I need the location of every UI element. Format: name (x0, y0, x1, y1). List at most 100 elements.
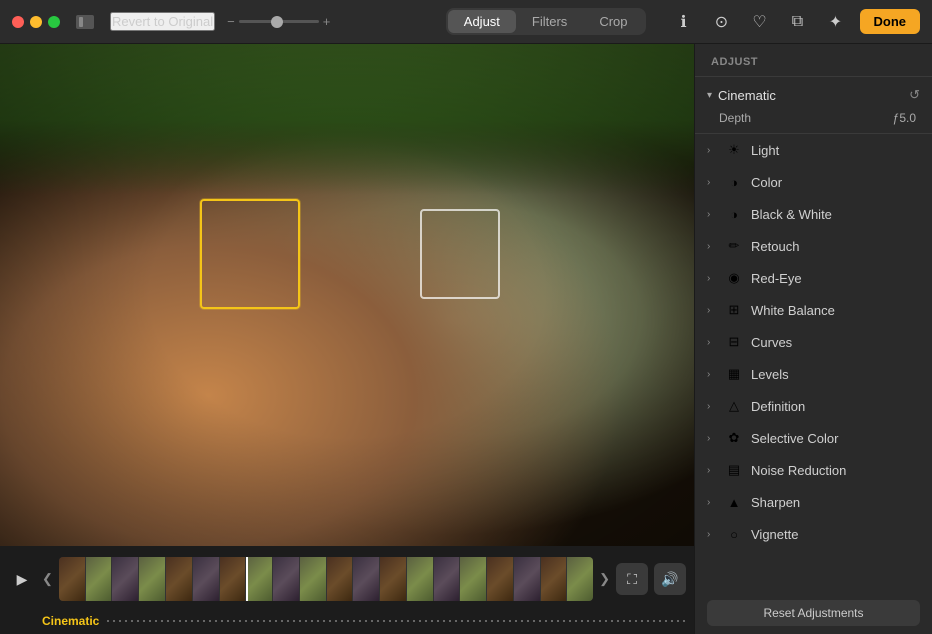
sparkle-icon: ✦ (829, 12, 842, 32)
white-balance-icon: ⊞ (725, 301, 743, 319)
favorites-button[interactable]: ♡ (746, 8, 774, 36)
filmstrip[interactable] (59, 557, 593, 601)
white-balance-label: White Balance (751, 303, 835, 318)
titlebar-right: ℹ ⊙ ♡ ⧉ ✦ Done (670, 8, 921, 36)
red-eye-chevron-icon: › (707, 273, 717, 284)
cinematic-header[interactable]: ▾ Cinematic ↺ (707, 87, 920, 103)
vignette-chevron-icon: › (707, 529, 717, 540)
faces-button[interactable]: ⊙ (708, 8, 736, 36)
noise-reduction-label: Noise Reduction (751, 463, 846, 478)
film-frame (273, 557, 299, 601)
copy-icon: ⧉ (792, 13, 803, 31)
sidebar-toggle[interactable] (76, 15, 94, 29)
red-eye-icon: ◉ (725, 269, 743, 287)
done-button[interactable]: Done (860, 9, 921, 34)
cinematic-title: Cinematic (718, 88, 776, 103)
exposure-slider[interactable]: − + (227, 14, 330, 29)
revert-button[interactable]: Revert to Original (110, 12, 215, 31)
sharpen-chevron-icon: › (707, 497, 717, 508)
film-frame (380, 557, 406, 601)
bottom-labels-row: Cinematic (0, 612, 694, 634)
maximize-button[interactable] (48, 16, 60, 28)
sidebar-item-noise-reduction[interactable]: › ▤ Noise Reduction (695, 454, 932, 486)
video-area: ▶ ❮ (0, 44, 694, 634)
tab-adjust[interactable]: Adjust (448, 10, 516, 33)
levels-icon: ▦ (725, 365, 743, 383)
sidebar-item-black-white[interactable]: › ◑ Black & White (695, 198, 932, 230)
titlebar: Revert to Original − + Adjust Filters Cr… (0, 0, 932, 44)
info-button[interactable]: ℹ (670, 8, 698, 36)
sidebar-item-retouch[interactable]: › ✏ Retouch (695, 230, 932, 262)
depth-value: ƒ5.0 (893, 111, 916, 125)
audio-button[interactable]: 🔊 (654, 563, 686, 595)
fullscreen-icon: ⛶ (627, 571, 637, 588)
light-chevron-icon: › (707, 145, 717, 156)
exposure-track[interactable] (239, 20, 319, 23)
definition-label: Definition (751, 399, 805, 414)
film-frame (139, 557, 165, 601)
sidebar-item-red-eye[interactable]: › ◉ Red-Eye (695, 262, 932, 294)
sidebar-item-curves[interactable]: › ⊟ Curves (695, 326, 932, 358)
prev-button[interactable]: ❮ (42, 571, 53, 587)
noise-reduction-icon: ▤ (725, 461, 743, 479)
cinematic-reset-icon[interactable]: ↺ (909, 87, 920, 103)
depth-label: Depth (719, 111, 751, 125)
sidebar-item-color[interactable]: › ◑ Color (695, 166, 932, 198)
face-box-secondary[interactable] (420, 209, 500, 299)
info-icon: ℹ (680, 12, 686, 32)
play-button[interactable]: ▶ (8, 565, 36, 593)
film-frame (460, 557, 486, 601)
film-frame (246, 557, 272, 601)
film-frame (166, 557, 192, 601)
more-button[interactable]: ✦ (822, 8, 850, 36)
color-icon: ◑ (725, 173, 743, 191)
bottom-controls: ▶ ❮ (0, 546, 694, 634)
sidebar-item-selective-color[interactable]: › ✿ Selective Color (695, 422, 932, 454)
retouch-label: Retouch (751, 239, 799, 254)
curves-icon: ⊟ (725, 333, 743, 351)
light-icon: ☀ (725, 141, 743, 159)
sidebar-content: ▾ Cinematic ↺ Depth ƒ5.0 › ☀ Light › ◑ (695, 77, 932, 592)
reset-adjustments-button[interactable]: Reset Adjustments (707, 600, 920, 626)
tab-crop[interactable]: Crop (583, 10, 643, 33)
photo-overlay (0, 44, 694, 546)
selective-color-label: Selective Color (751, 431, 838, 446)
exposure-thumb[interactable] (271, 16, 283, 28)
minimize-button[interactable] (30, 16, 42, 28)
next-button[interactable]: ❯ (599, 571, 610, 587)
smiley-icon: ⊙ (715, 12, 728, 32)
sidebar-item-definition[interactable]: › △ Definition (695, 390, 932, 422)
white-balance-chevron-icon: › (707, 305, 717, 316)
retouch-icon: ✏ (725, 237, 743, 255)
audio-icon: 🔊 (661, 571, 678, 588)
sidebar-header: ADJUST (695, 44, 932, 77)
traffic-lights (12, 16, 60, 28)
vignette-label: Vignette (751, 527, 798, 542)
film-frame (220, 557, 246, 601)
filmstrip-frames (59, 557, 593, 601)
fullscreen-button[interactable]: ⛶ (616, 563, 648, 595)
sidebar-item-sharpen[interactable]: › ▲ Sharpen (695, 486, 932, 518)
face-box-primary[interactable] (200, 199, 300, 309)
selective-color-icon: ✿ (725, 429, 743, 447)
film-frame (567, 557, 593, 601)
duplicate-button[interactable]: ⧉ (784, 8, 812, 36)
sidebar-item-vignette[interactable]: › ○ Vignette (695, 518, 932, 550)
sidebar-item-white-balance[interactable]: › ⊞ White Balance (695, 294, 932, 326)
cinematic-mode-label: Cinematic (42, 614, 99, 628)
main-area: ▶ ❮ (0, 44, 932, 634)
color-chevron-icon: › (707, 177, 717, 188)
sidebar-item-light[interactable]: › ☀ Light (695, 134, 932, 166)
prev-icon: ❮ (42, 571, 53, 586)
black-white-icon: ◑ (725, 205, 743, 223)
film-frame (514, 557, 540, 601)
playhead[interactable] (246, 557, 248, 601)
sidebar-item-levels[interactable]: › ▦ Levels (695, 358, 932, 390)
depth-row: Depth ƒ5.0 (707, 109, 920, 127)
tab-group: Adjust Filters Crop (446, 8, 646, 35)
close-button[interactable] (12, 16, 24, 28)
video-frame[interactable] (0, 44, 694, 546)
sharpen-icon: ▲ (725, 493, 743, 511)
tab-filters[interactable]: Filters (516, 10, 583, 33)
next-icon: ❯ (599, 571, 610, 586)
